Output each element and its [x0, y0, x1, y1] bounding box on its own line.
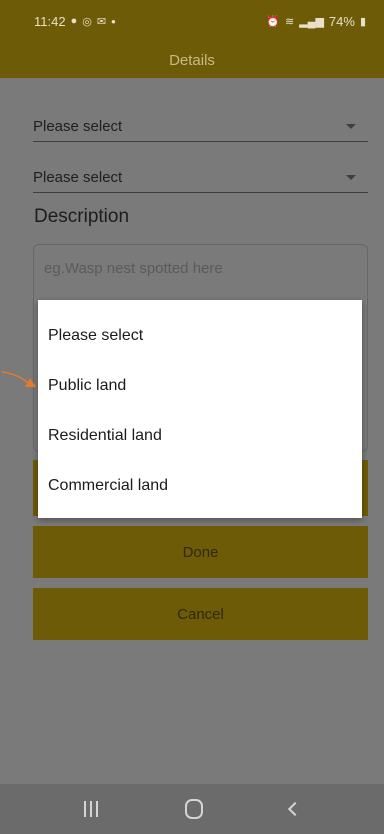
land-type-select[interactable]: Please select [33, 112, 368, 142]
done-button[interactable]: Done [33, 526, 368, 578]
dropdown-option-please-select[interactable]: Please select [38, 311, 362, 361]
cancel-button-label: Cancel [177, 605, 224, 623]
dropdown-menu: Please select Public land Residential la… [38, 300, 362, 518]
land-type-select-value: Please select [33, 118, 123, 135]
annotation-arrow-icon [1, 371, 36, 387]
status-bar: 11:42 ● ◎ ✉ • ⏰ ≋ ▂▄▆ 74% ▮ [0, 0, 384, 42]
facebook-icon: ● [70, 15, 78, 27]
dropdown-option-commercial-land[interactable]: Commercial land [38, 461, 362, 511]
mail-icon: ✉ [96, 15, 107, 28]
back-icon[interactable] [288, 801, 303, 817]
signal-icon: ▂▄▆ [299, 15, 324, 28]
battery-percent: 74% [328, 13, 355, 29]
navigation-bar [0, 784, 384, 834]
status-left: 11:42 ● ◎ ✉ • [34, 14, 116, 29]
home-icon[interactable] [184, 799, 203, 819]
chevron-down-icon [346, 124, 356, 129]
second-select-value: Please select [33, 169, 123, 186]
chevron-down-icon [346, 175, 356, 180]
done-button-label: Done [182, 543, 219, 561]
dropdown-option-residential-land[interactable]: Residential land [38, 411, 362, 461]
status-time: 11:42 [34, 13, 66, 29]
description-placeholder: eg.Wasp nest spotted here [44, 260, 223, 277]
cancel-button[interactable]: Cancel [33, 588, 368, 640]
recents-icon[interactable] [83, 801, 98, 817]
status-dot: • [111, 13, 116, 29]
app-bar: Details [0, 42, 384, 78]
page-title: Details [169, 51, 215, 69]
status-right: ⏰ ≋ ▂▄▆ 74% ▮ [266, 14, 366, 29]
description-label: Description [34, 206, 130, 227]
second-select[interactable]: Please select [33, 163, 368, 193]
wifi-icon: ≋ [284, 15, 295, 28]
dropdown-option-public-land[interactable]: Public land [38, 361, 362, 411]
battery-icon: ▮ [359, 15, 366, 28]
alarm-icon: ⏰ [266, 15, 280, 28]
instagram-icon: ◎ [82, 15, 92, 28]
